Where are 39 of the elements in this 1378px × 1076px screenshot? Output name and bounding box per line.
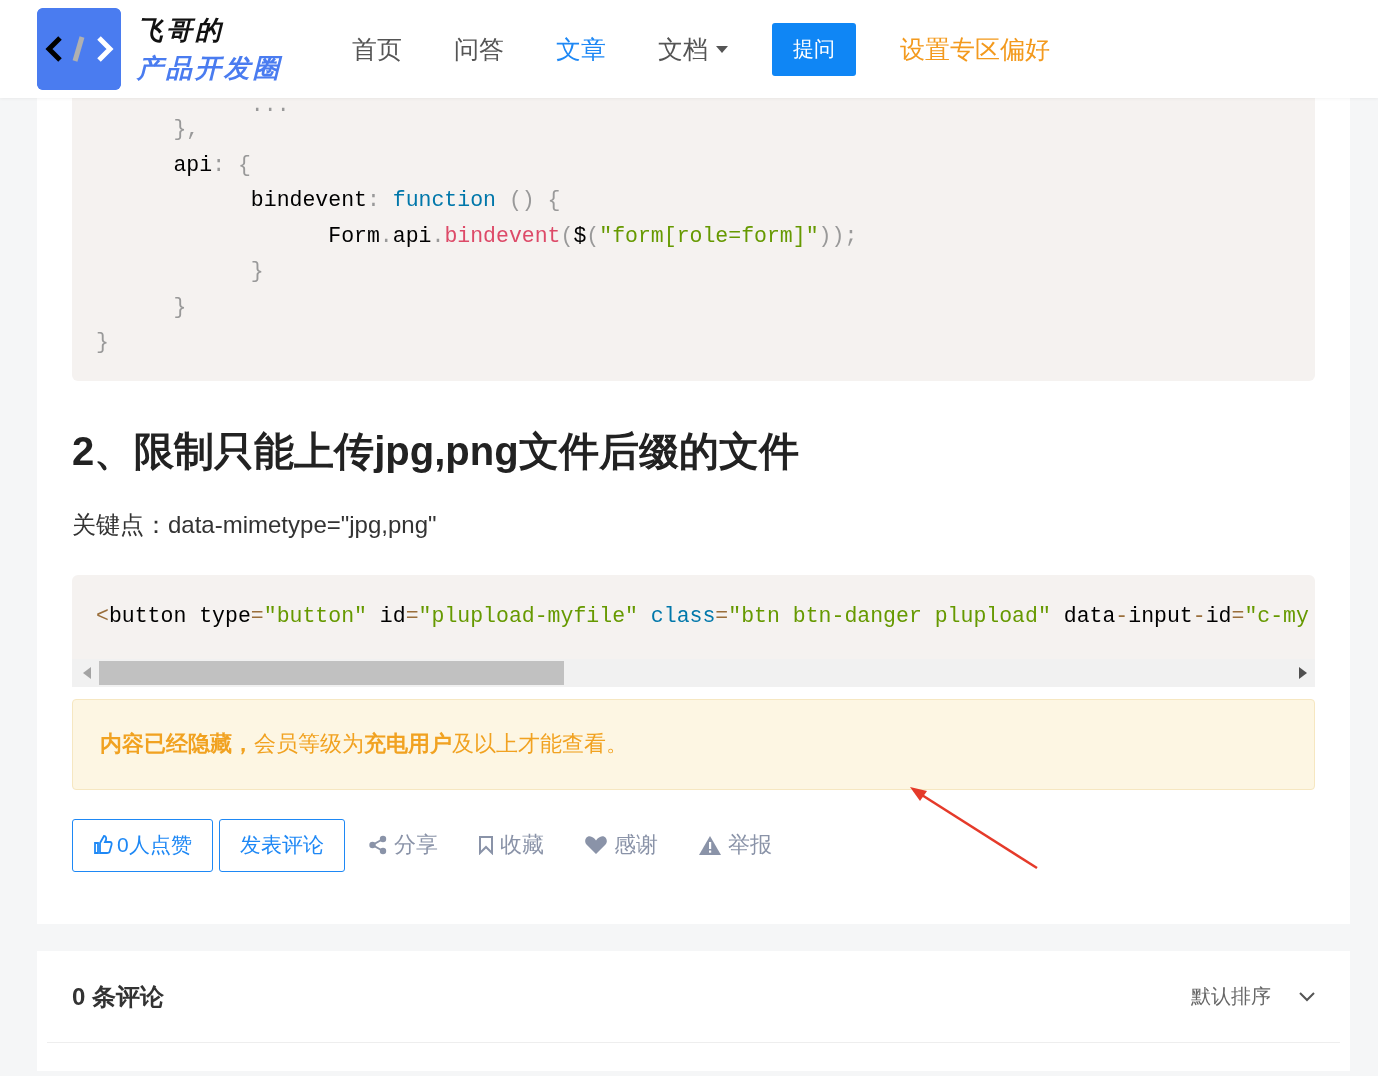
code-line: bindevent: function () {	[249, 187, 562, 214]
code-line: }	[249, 258, 265, 285]
logo-icon	[37, 8, 121, 90]
warning-link[interactable]: 举报	[697, 830, 772, 860]
share-icon	[367, 835, 388, 855]
ask-button[interactable]: 提问	[772, 22, 856, 76]
key-point-text: 关键点：data-mimetype="jpg,png"	[72, 509, 438, 540]
horizontal-scrollbar[interactable]	[72, 658, 1315, 687]
code-line: }	[172, 293, 188, 321]
share-link[interactable]: 分享	[367, 830, 438, 860]
section-heading: 2、限制只能上传jpg,png文件后缀的文件	[72, 427, 800, 475]
like-button[interactable]: 0人点赞	[72, 818, 213, 872]
warning-icon	[697, 834, 722, 856]
logo-subtitle: 产品开发圈	[137, 52, 282, 85]
code-line: }	[96, 329, 110, 356]
code-line: Form.api.bindevent($("form[role=form]"));	[327, 222, 859, 250]
bookmark-link[interactable]: 收藏	[477, 830, 544, 860]
chevron-down-icon	[1299, 991, 1315, 1002]
preferences-link[interactable]: 设置专区偏好	[900, 32, 1050, 66]
nav-link[interactable]: 文档	[658, 32, 728, 66]
code-line: api: {	[172, 151, 252, 179]
nav-link[interactable]: 问答	[454, 32, 504, 66]
scroll-left-arrow-icon[interactable]	[83, 666, 91, 679]
comment-button[interactable]: 发表评论	[218, 818, 345, 872]
caret-icon	[716, 45, 728, 53]
comments-title: 0 条评论	[72, 981, 164, 1012]
bookmark-icon	[477, 835, 494, 855]
nav-link[interactable]: 文章	[556, 32, 606, 66]
heart-link[interactable]: 感谢	[583, 830, 658, 860]
code-line: ...	[249, 98, 291, 112]
heart-icon	[583, 835, 608, 855]
code-line: },	[172, 116, 201, 143]
thumbs-up-icon	[93, 835, 113, 855]
scroll-right-arrow-icon[interactable]	[1299, 666, 1307, 679]
logo-title: 飞哥的	[137, 14, 225, 47]
code-line: <button type="button" id="plupload-myfile" class="btn btn-danger plupload" data-input-id="c-my	[96, 602, 1310, 630]
hidden-content-notice: 内容已经隐藏，会员等级为充电用户及以上才能查看。	[72, 698, 1315, 790]
nav-link[interactable]: 首页	[352, 32, 402, 66]
sort-dropdown[interactable]: 默认排序	[1191, 983, 1315, 1010]
